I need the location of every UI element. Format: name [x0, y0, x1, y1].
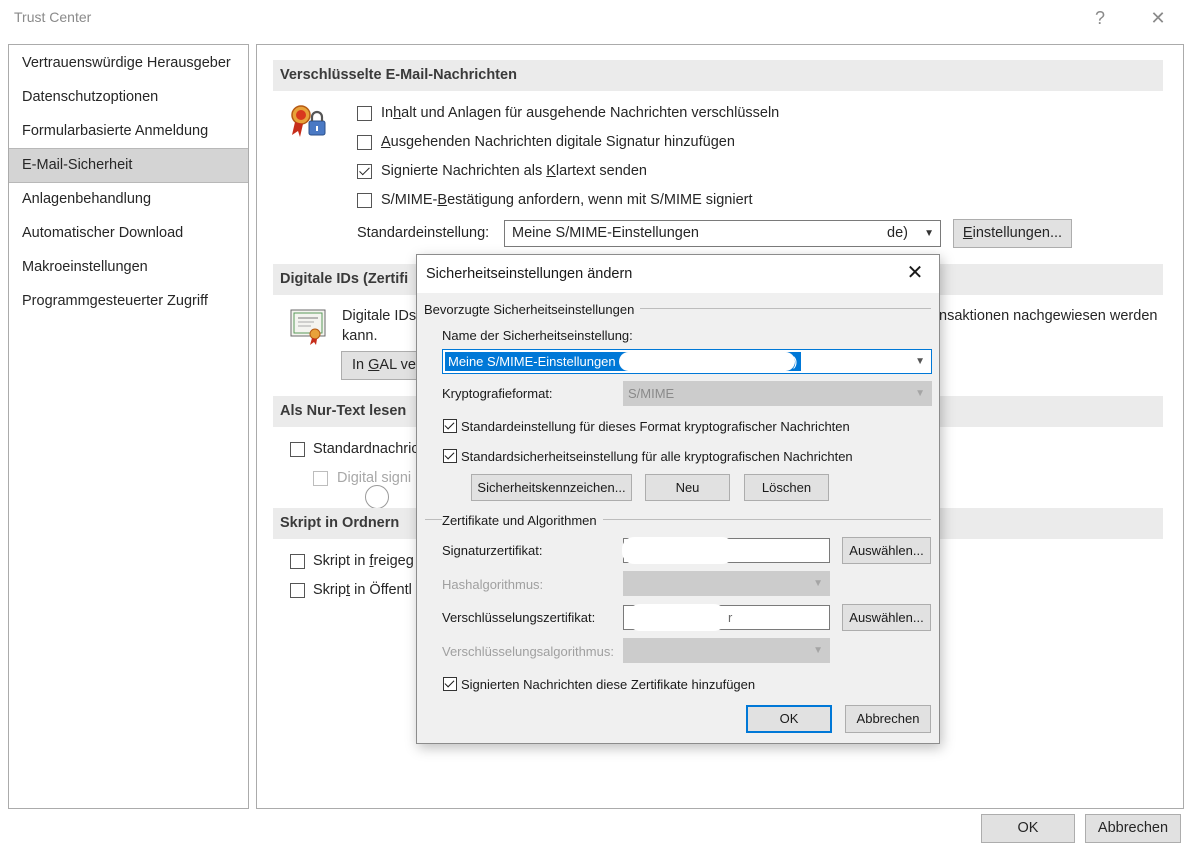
read-plain-text-label: Standardnachric — [313, 441, 419, 457]
default-all-checkbox[interactable] — [443, 449, 457, 463]
encrypt-content-checkbox[interactable] — [357, 106, 372, 121]
smime-receipt-checkbox[interactable] — [357, 193, 372, 208]
signing-cert-field[interactable] — [622, 537, 830, 564]
setting-name-select[interactable]: Meine S/MIME-Einstellungen ( ) ▼ — [442, 349, 932, 374]
category-nav: Vertrauenswürdige Herausgeber Datenschut… — [8, 44, 249, 809]
nav-item-macro-settings[interactable]: Makroeinstellungen — [9, 251, 248, 284]
default-setting-value: Meine S/MIME-Einstellungen — [512, 225, 699, 241]
script-public-folders-checkbox[interactable] — [290, 583, 305, 598]
digital-ids-text: Digitale IDs — [342, 308, 417, 324]
dialog-close-icon[interactable]: ✕ — [901, 259, 929, 287]
chevron-down-icon: ▼ — [915, 356, 925, 367]
chevron-down-icon: ▼ — [813, 645, 823, 656]
smime-receipt-label: S/MIME-Bestätigung anfordern, wenn mit S… — [381, 192, 753, 208]
default-format-checkbox[interactable] — [443, 419, 457, 433]
nav-item-attachment-handling[interactable]: Anlagenbehandlung — [9, 183, 248, 216]
group-preferred-settings: Bevorzugte Sicherheitseinstellungen — [424, 302, 641, 317]
encryption-cert-value-tail: r — [728, 610, 733, 625]
dialog-cancel-button[interactable]: Abbrechen — [845, 705, 931, 733]
certificate-lock-icon — [291, 105, 326, 137]
encryption-cert-field[interactable]: r — [623, 604, 830, 631]
script-shared-folders-checkbox[interactable] — [290, 554, 305, 569]
chevron-down-icon: ▼ — [813, 578, 823, 589]
crypto-format-select[interactable]: S/MIME ▼ — [623, 381, 932, 406]
send-cleartext-label: Signierte Nachrichten als Klartext sende… — [381, 163, 647, 179]
script-public-folders-label: Skript in Öffentl — [313, 582, 412, 598]
crypto-format-value: S/MIME — [628, 386, 675, 401]
encryption-algorithm-label: Verschlüsselungsalgorithmus: — [442, 644, 614, 659]
new-button[interactable]: Neu — [645, 474, 730, 501]
signing-cert-label: Signaturzertifikat: — [442, 543, 543, 558]
nav-item-programmatic-access[interactable]: Programmgesteuerter Zugriff — [9, 285, 248, 318]
window-title: Trust Center — [14, 9, 92, 25]
crypto-format-label: Kryptografieformat: — [442, 386, 553, 401]
choose-signing-cert-button[interactable]: Auswählen... — [842, 537, 931, 564]
group-certificates: Zertifikate und Algorithmen — [442, 513, 603, 528]
delete-button[interactable]: Löschen — [744, 474, 829, 501]
default-setting-label: Standardeinstellung: — [357, 225, 490, 241]
ok-button[interactable]: OK — [981, 814, 1075, 843]
help-button[interactable]: ? — [1085, 4, 1115, 32]
read-plain-text-checkbox[interactable] — [290, 442, 305, 457]
nav-item-trusted-publishers[interactable]: Vertrauenswürdige Herausgeber — [9, 47, 248, 80]
cancel-button[interactable]: Abbrechen — [1085, 814, 1181, 843]
setting-name-value-tail: ) — [793, 354, 798, 369]
chevron-down-icon: ▼ — [915, 388, 925, 399]
chevron-down-icon: ▼ — [924, 228, 934, 239]
default-all-label: Standardsicherheitseinstellung für alle … — [461, 449, 853, 464]
nav-item-form-based-signin[interactable]: Formularbasierte Anmeldung — [9, 115, 248, 148]
title-bar: Trust Center ? ✕ — [0, 0, 1188, 36]
script-shared-folders-label: Skript in freigeg — [313, 553, 414, 569]
certificate-icon — [290, 309, 326, 345]
encryption-cert-label: Verschlüsselungszertifikat: — [442, 610, 596, 625]
section-header-encrypted: Verschlüsselte E-Mail-Nachrichten — [273, 60, 1163, 91]
encrypt-content-label: Inhalt und Anlagen für ausgehende Nachri… — [381, 105, 780, 121]
encryption-algorithm-select[interactable]: ▼ — [623, 638, 830, 663]
nav-item-email-security[interactable]: E-Mail-Sicherheit — [9, 148, 248, 183]
add-signature-label: Ausgehenden Nachrichten digitale Signatu… — [381, 134, 735, 150]
default-setting-select[interactable]: Meine S/MIME-Einstellungen de) ▼ — [504, 220, 941, 247]
nav-item-privacy-options[interactable]: Datenschutzoptionen — [9, 81, 248, 114]
send-cleartext-checkbox[interactable] — [357, 164, 372, 179]
choose-encryption-cert-button[interactable]: Auswählen... — [842, 604, 931, 631]
default-setting-value-tail: de) — [887, 225, 908, 241]
add-signature-checkbox[interactable] — [357, 135, 372, 150]
digital-ids-text-tail: nsaktionen nachgewiesen werden — [939, 308, 1158, 324]
read-signed-plain-checkbox[interactable] — [313, 471, 328, 486]
dialog-ok-button[interactable]: OK — [746, 705, 832, 733]
setting-name-label: Name der Sicherheitseinstellung: — [442, 328, 633, 343]
digital-ids-text-line2: kann. — [342, 328, 378, 344]
hash-algorithm-select[interactable]: ▼ — [623, 571, 830, 596]
include-certs-checkbox[interactable] — [443, 677, 457, 691]
read-signed-plain-label: Digital signi — [337, 470, 412, 486]
close-window-button[interactable]: ✕ — [1143, 4, 1173, 32]
nav-item-automatic-download[interactable]: Automatischer Download — [9, 217, 248, 250]
include-certs-label: Signierten Nachrichten diese Zertifikate… — [461, 677, 756, 692]
security-labels-button[interactable]: Sicherheitskennzeichen... — [471, 474, 632, 501]
settings-button[interactable]: Einstellungen... — [953, 219, 1072, 248]
default-format-label: Standardeinstellung für dieses Format kr… — [461, 419, 850, 434]
dialog-title: Sicherheitseinstellungen ändern — [417, 255, 939, 293]
cursor-indicator-icon — [365, 485, 389, 509]
setting-name-value: Meine S/MIME-Einstellungen ( — [448, 354, 624, 369]
change-security-settings-dialog: Sicherheitseinstellungen ändern ✕ Bevorz… — [416, 254, 940, 744]
hash-algorithm-label: Hashalgorithmus: — [442, 577, 544, 592]
